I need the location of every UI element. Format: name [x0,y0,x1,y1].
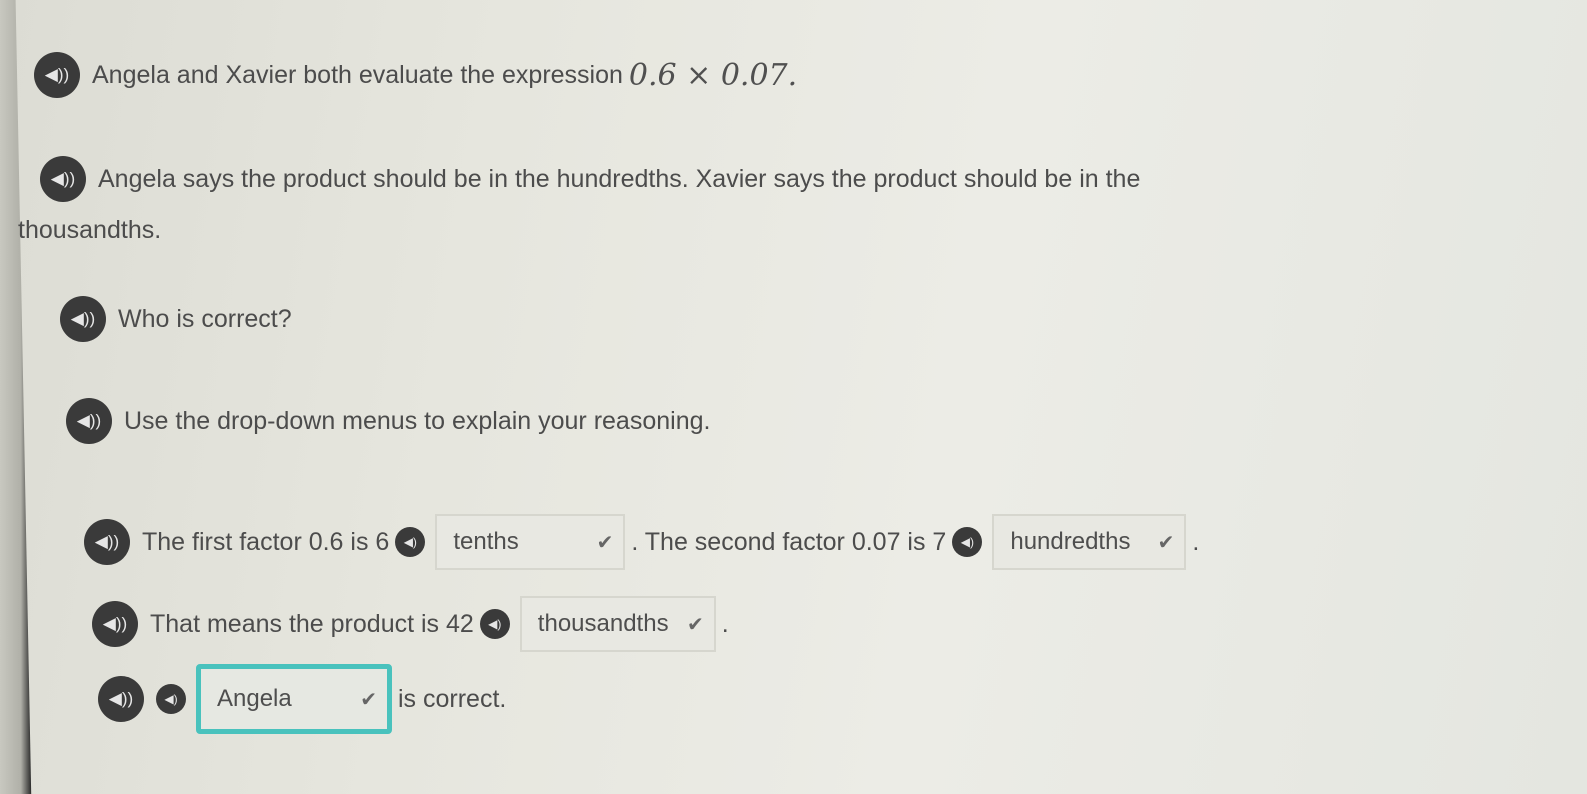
prompt-line-1: ◀)) Angela and Xavier both evaluate the … [34,52,797,98]
place-value-dropdown-2[interactable]: hundredths ✔ [992,514,1187,570]
math-expression: 0.6 × 0.07. [628,57,798,93]
answer-text-3: is correct. [398,684,507,713]
speaker-icon[interactable]: ◀) [952,527,983,557]
chevron-down-icon: ✔ [1157,531,1175,554]
prompt-line-2: ◀)) Angela says the product should be in… [40,156,1140,202]
dropdown-value: Angela [217,685,292,712]
speaker-icon[interactable]: ◀)) [60,296,106,342]
dropdown-value: tenths [453,528,519,555]
answer-row-3: ◀)) ◀) Angela ✔ is correct. [98,664,506,734]
prompt-text-1: Angela and Xavier both evaluate the expr… [92,60,623,89]
speaker-icon[interactable]: ◀)) [92,601,138,647]
prompt-line-3: ◀)) Who is correct? [60,296,292,342]
speaker-icon[interactable]: ◀)) [98,676,144,722]
person-dropdown[interactable]: Angela ✔ [196,664,392,734]
answer-row-1: ◀)) The first factor 0.6 is 6 ◀) tenths … [84,514,1199,570]
answer-row-2: ◀)) That means the product is 42 ◀) thou… [92,596,729,652]
prompt-line-4: ◀)) Use the drop-down menus to explain y… [66,398,710,444]
place-value-dropdown-3[interactable]: thousandths ✔ [519,596,716,652]
chevron-down-icon: ✔ [360,688,377,711]
speaker-icon[interactable]: ◀)) [34,52,80,98]
speaker-icon[interactable]: ◀) [156,684,186,714]
chevron-down-icon: ✔ [687,613,704,636]
answer-text-2b: . [721,609,729,638]
answer-text-1b: . The second factor 0.07 is 7 [631,527,947,556]
answer-text-1c: . [1192,527,1200,556]
answer-text-2a: That means the product is 42 [150,609,474,638]
prompt-text-3: Who is correct? [118,304,292,333]
question-page: ◀)) Angela and Xavier both evaluate the … [0,0,1587,794]
place-value-dropdown-1[interactable]: tenths ✔ [435,514,626,570]
prompt-text-4: Use the drop-down menus to explain your … [124,406,711,435]
chevron-down-icon: ✔ [596,531,614,554]
prompt-line-2-wrap: thousandths. [18,216,161,245]
dropdown-value: hundredths [1010,528,1131,555]
speaker-icon[interactable]: ◀) [395,527,426,557]
speaker-icon[interactable]: ◀)) [84,519,130,565]
prompt-text-2-wrap: thousandths. [18,216,162,244]
speaker-icon[interactable]: ◀)) [66,398,112,444]
dropdown-value: thousandths [537,610,669,637]
answer-text-1a: The first factor 0.6 is 6 [142,527,390,556]
speaker-icon[interactable]: ◀)) [40,156,86,202]
speaker-icon[interactable]: ◀) [479,609,510,639]
prompt-text-2: Angela says the product should be in the… [98,164,1141,193]
